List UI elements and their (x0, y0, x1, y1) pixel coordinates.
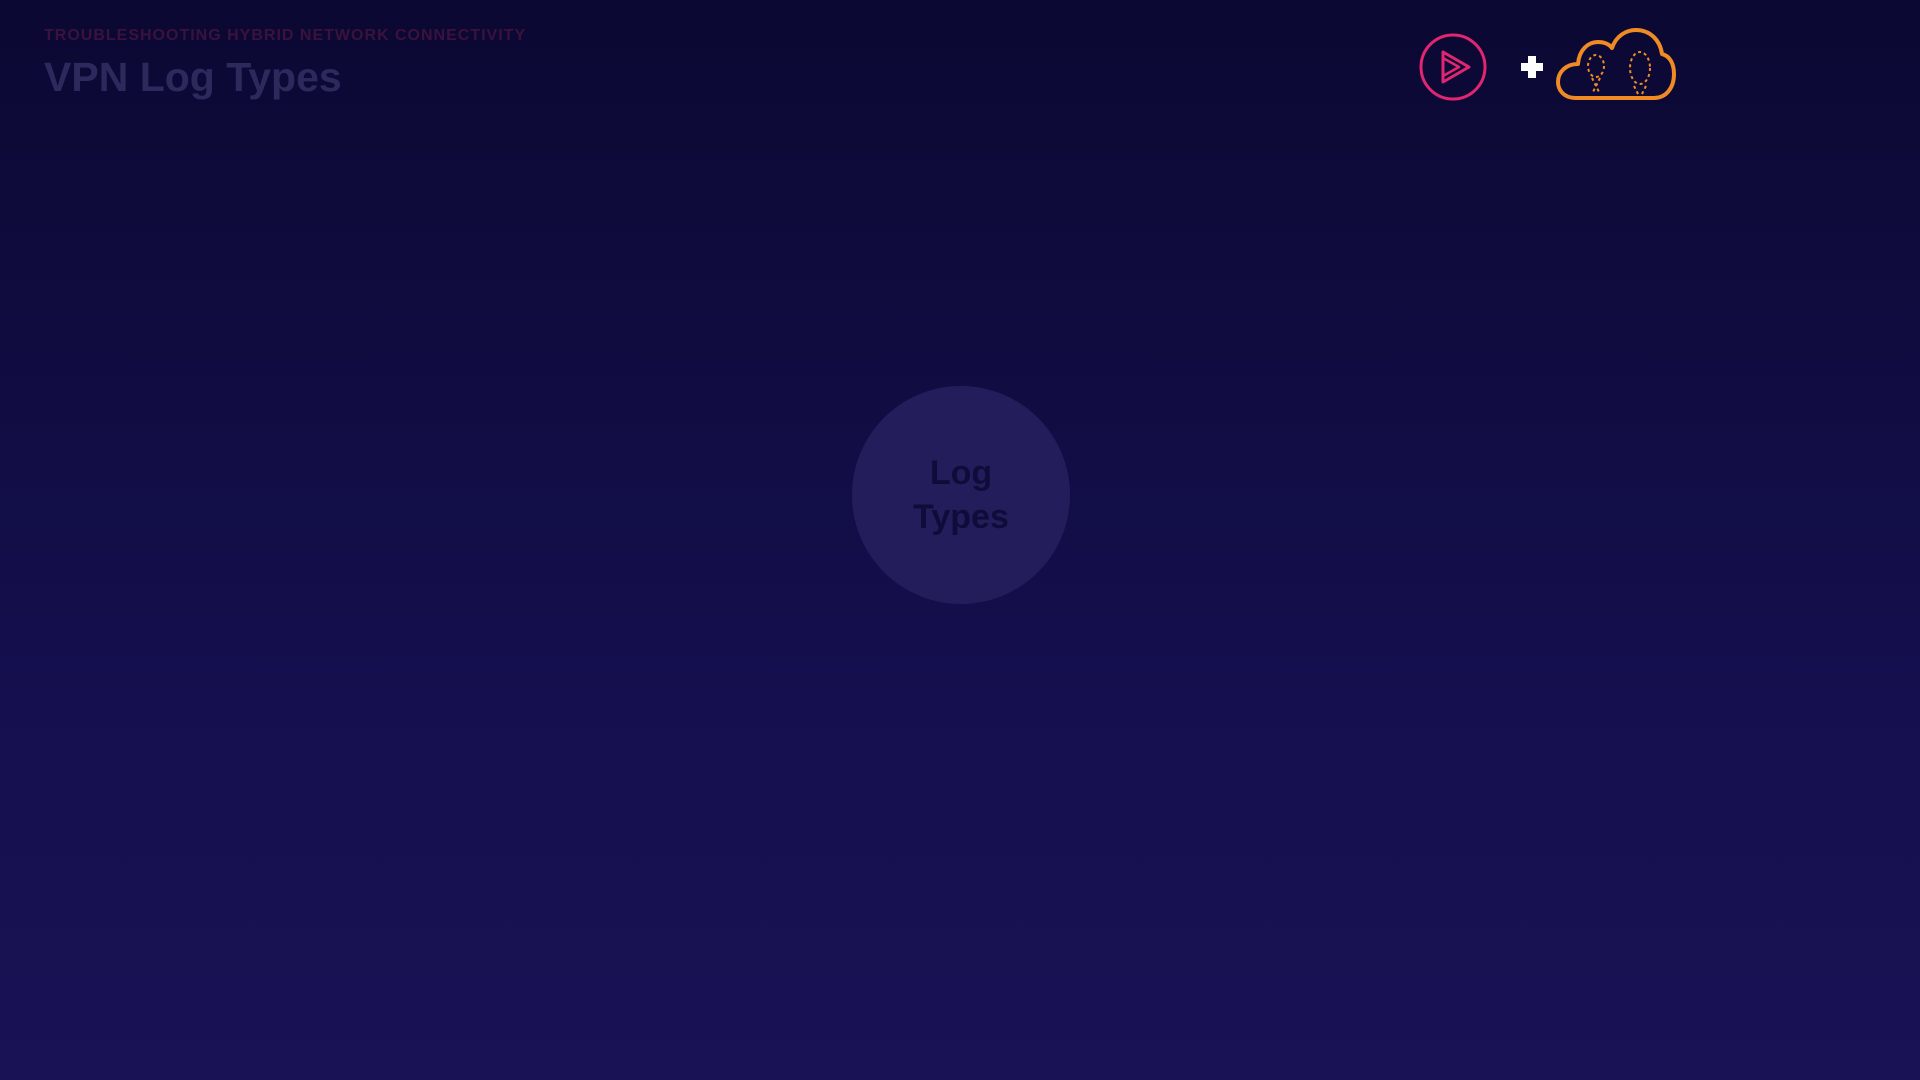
page-title: VPN Log Types (44, 54, 342, 100)
circle-label: Log Types (913, 454, 1009, 536)
acloudguru-cloud-icon (1556, 28, 1676, 100)
log-types-circle: Log Types (852, 386, 1070, 604)
header: TROUBLESHOOTING HYBRID NETWORK CONNECTIV… (44, 26, 526, 100)
course-title: TROUBLESHOOTING HYBRID NETWORK CONNECTIV… (44, 27, 527, 44)
plus-icon (1521, 56, 1543, 78)
pluralsight-play-icon (1419, 33, 1487, 101)
